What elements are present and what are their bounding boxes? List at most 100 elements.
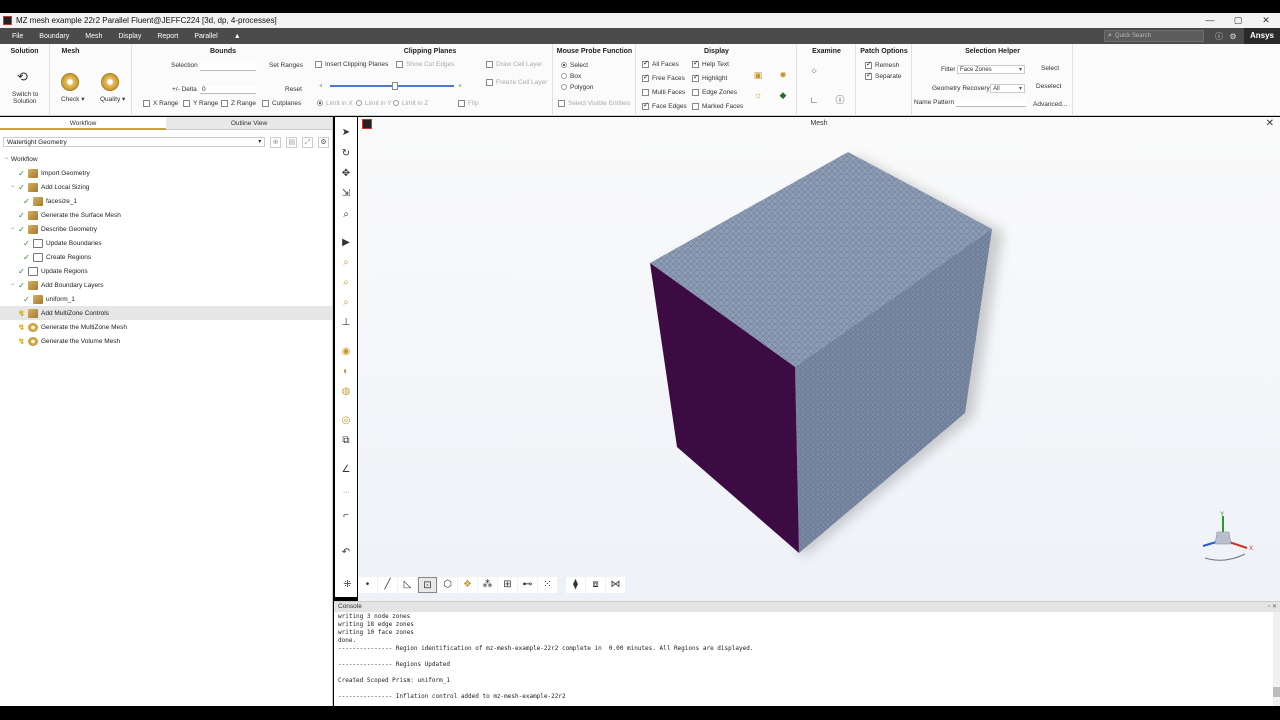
rotate-icon[interactable]: ↻ <box>339 147 353 161</box>
insert-clipping-planes-checkbox[interactable]: Insert Clipping Planes <box>315 61 388 68</box>
select-object-icon[interactable]: ❖ <box>458 577 477 593</box>
console-window-controls[interactable]: ▫ ✕ <box>1268 602 1277 612</box>
console-output[interactable]: writing 3 node zones writing 18 edge zone… <box>334 612 1280 702</box>
select-cell-icon[interactable]: ⬡ <box>438 577 457 593</box>
name-pattern-field[interactable] <box>956 99 1026 107</box>
select-edge-icon[interactable]: ╱ <box>378 577 397 593</box>
multi-select-icon[interactable]: ⧈ <box>586 577 605 593</box>
tree-item[interactable]: − Workflow <box>0 152 332 166</box>
select-line-icon[interactable]: ⊷ <box>518 577 537 593</box>
flip-checkbox[interactable]: Flip <box>458 100 478 107</box>
slider-left-arrow[interactable]: ◂ <box>319 82 322 89</box>
check-button[interactable]: Check ▾ <box>61 95 85 103</box>
tree-item[interactable]: ↯ Add MultiZone Controls <box>0 306 332 320</box>
tree-item[interactable]: ↯ Generate the Volume Mesh <box>0 334 332 348</box>
select-zone-icon[interactable]: ⊡ <box>418 577 437 593</box>
zoom-fit-icon[interactable]: ⌕ <box>339 256 353 270</box>
select-group-icon[interactable]: ⁂ <box>478 577 497 593</box>
maximize-button[interactable]: ▢ <box>1224 15 1252 26</box>
y-range-checkbox[interactable]: Y Range <box>183 100 218 107</box>
switch-to-solution-icon[interactable]: ⟲ <box>17 69 28 85</box>
examine-info-icon[interactable]: ⓘ <box>834 94 846 106</box>
quality-icon[interactable] <box>101 73 119 91</box>
tree-item[interactable]: ✓ uniform_1 <box>0 292 332 306</box>
probe-select-radio[interactable]: Select <box>561 62 588 69</box>
geometry-recovery-dropdown[interactable]: All <box>990 84 1025 93</box>
probe-polygon-radio[interactable]: Polygon <box>561 84 594 91</box>
switch-to-solution-label-2[interactable]: Solution <box>13 98 37 105</box>
select-visible-entities-checkbox[interactable]: Select Visible Entities <box>558 100 630 107</box>
display-light-icon[interactable]: ✹ <box>777 69 789 81</box>
tree-item[interactable]: ✓ Update Regions <box>0 264 332 278</box>
reset-button[interactable]: Reset <box>285 86 302 93</box>
menu-boundary[interactable]: Boundary <box>31 33 77 40</box>
z-range-checkbox[interactable]: Z Range <box>221 100 256 107</box>
more-tools-icon[interactable]: ⋯ <box>339 486 353 500</box>
tree-toggle-icon[interactable]: − <box>8 184 17 190</box>
transparency-icon[interactable]: ◎ <box>339 414 353 428</box>
face-edges-checkbox[interactable]: Face Edges <box>642 101 687 110</box>
tree-item[interactable]: − ✓ Describe Geometry <box>0 222 332 236</box>
tree-toggle-icon[interactable]: − <box>8 226 17 232</box>
workflow-insert-icon[interactable]: ⊕ <box>270 136 282 148</box>
minimize-button[interactable]: — <box>1196 15 1224 26</box>
tree-item[interactable]: ✓ Update Boundaries <box>0 236 332 250</box>
tree-item[interactable]: ✓ Generate the Surface Mesh <box>0 208 332 222</box>
remesh-checkbox[interactable]: Remesh <box>865 60 899 69</box>
menu-report[interactable]: Report <box>149 33 186 40</box>
slider-right-arrow[interactable]: ▸ <box>459 82 462 89</box>
limit-y-radio[interactable]: Limit in Y <box>356 100 392 107</box>
edge-zones-checkbox[interactable]: Edge Zones <box>692 89 737 96</box>
menu-display[interactable]: Display <box>110 33 149 40</box>
layer-icon[interactable]: ◉ <box>339 345 353 359</box>
cutplanes-checkbox[interactable]: Cutplanes <box>262 100 301 107</box>
zoom-box-icon[interactable]: ⌕ <box>339 208 353 222</box>
x-range-checkbox[interactable]: X Range <box>143 100 178 107</box>
tree-toggle-icon[interactable]: − <box>8 282 17 288</box>
pan-icon[interactable]: ✥ <box>339 167 353 181</box>
help-text-checkbox[interactable]: Help Text <box>692 59 729 68</box>
collapse-ribbon-icon[interactable]: ▲ <box>226 33 249 40</box>
settings-icon[interactable]: ⚙ <box>1226 32 1240 41</box>
display-grid-icon[interactable]: ▣ <box>752 69 764 81</box>
switch-to-solution-label[interactable]: Switch to <box>12 91 38 98</box>
separate-checkbox[interactable]: Separate <box>865 71 901 80</box>
axes-view-icon[interactable]: ⊥ <box>339 316 353 330</box>
tree-toggle-icon[interactable]: − <box>2 156 11 162</box>
marked-faces-checkbox[interactable]: Marked Faces <box>692 103 743 110</box>
help-icon[interactable]: ⓘ <box>1212 31 1226 42</box>
zoom-in-out-icon[interactable]: ⇲ <box>339 187 353 201</box>
probe-box-radio[interactable]: Box <box>561 73 581 80</box>
highlight-checkbox[interactable]: Highlight <box>692 73 727 82</box>
workflow-type-dropdown[interactable]: Watertight Geometry <box>3 137 266 147</box>
tree-item[interactable]: − ✓ Add Local Sizing <box>0 180 332 194</box>
copy-view-icon[interactable]: ⧉ <box>339 434 353 448</box>
lighting-icon[interactable]: ◍ <box>339 385 353 399</box>
deselect-button[interactable]: Deselect <box>1036 83 1061 90</box>
limit-z-radio[interactable]: Limit in Z <box>393 100 428 107</box>
select-grid-icon[interactable]: ⊞ <box>498 577 517 593</box>
tree-item[interactable]: ✓ Create Regions <box>0 250 332 264</box>
select-points-icon[interactable]: ⁜ <box>338 577 357 593</box>
multi-faces-checkbox[interactable]: Multi Faces <box>642 89 685 96</box>
select-face-icon[interactable]: ◺ <box>398 577 417 593</box>
set-ranges-button[interactable]: Set Ranges <box>269 62 303 69</box>
clipping-slider-handle[interactable] <box>392 82 398 90</box>
menu-mesh[interactable]: Mesh <box>77 33 110 40</box>
probe-icon[interactable]: ▶ <box>339 236 353 250</box>
all-faces-checkbox[interactable]: All Faces <box>642 59 679 68</box>
workflow-save-icon[interactable]: ▤ <box>286 136 298 148</box>
network-icon[interactable]: ⋈ <box>606 577 625 593</box>
close-button[interactable]: ✕ <box>1252 15 1280 26</box>
clipping-slider[interactable] <box>330 82 454 90</box>
filter-icon[interactable]: ⧫ <box>566 577 585 593</box>
triad-axis-icon[interactable]: Y X <box>1195 510 1265 570</box>
tab-outline-view[interactable]: Outline View <box>166 117 332 130</box>
examine-nodes-icon[interactable]: ⁘ <box>808 65 820 77</box>
examine-axes-icon[interactable]: ∟ <box>808 94 820 106</box>
advanced-button[interactable]: Advanced... <box>1033 101 1067 108</box>
check-mesh-icon[interactable] <box>61 73 79 91</box>
shading-icon[interactable]: ◐ <box>339 365 353 379</box>
console-scrollbar[interactable] <box>1273 612 1280 707</box>
freeze-cell-layer-checkbox[interactable]: Freeze Cell Layer <box>486 79 547 86</box>
